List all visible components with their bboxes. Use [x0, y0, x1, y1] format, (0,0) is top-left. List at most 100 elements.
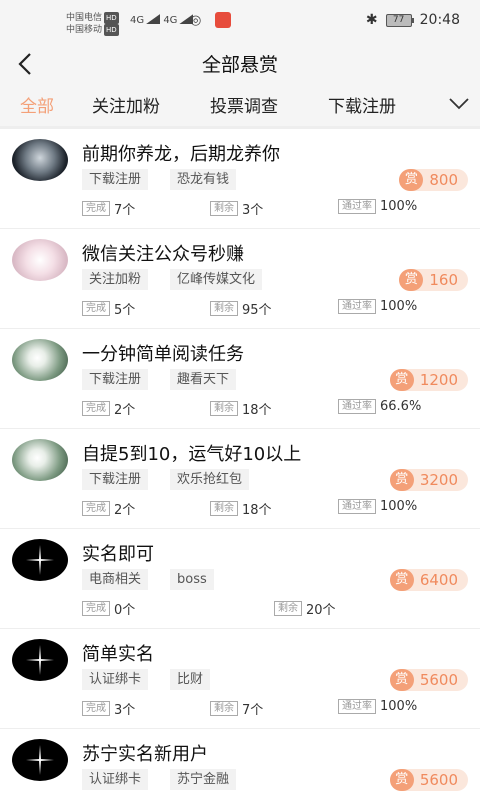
task-tag-publisher: 趣看天下	[170, 369, 237, 390]
stat-value: 100%	[380, 499, 418, 514]
stat-label: 通过率	[338, 299, 376, 314]
stat-rate: 通过率 100%	[338, 299, 417, 314]
stat-value: 7个	[242, 703, 264, 718]
reward-seal-icon: 赏	[389, 669, 414, 691]
stat-label: 完成	[82, 301, 110, 316]
task-tag-category: 电商相关	[82, 569, 149, 590]
avatar	[12, 139, 68, 181]
more-tabs-button[interactable]	[436, 84, 480, 126]
stat-label: 通过率	[338, 699, 376, 714]
stat-remain: 剩余 95个	[210, 299, 272, 318]
stat-value: 66.6%	[380, 399, 422, 414]
carrier-info: 中国电信 HD 中国移动 HD	[66, 12, 119, 36]
reward-badge: 赏 1200	[389, 369, 468, 391]
hd-badge: HD	[104, 24, 119, 36]
reward-amount: 5600	[419, 671, 458, 689]
stat-done: 完成 2个	[82, 499, 135, 518]
reward-badge: 赏 800	[399, 169, 468, 191]
stat-label: 剩余	[210, 501, 238, 516]
tab-all[interactable]: 全部	[20, 92, 54, 117]
signal-indicators: 4G 4G	[130, 14, 194, 26]
avatar	[12, 439, 68, 481]
task-tag-publisher: 亿峰传媒文化	[170, 269, 263, 290]
stat-remain: 剩余 20个	[274, 599, 336, 618]
reward-seal-icon: 赏	[399, 169, 424, 191]
reward-amount: 1200	[419, 371, 458, 389]
stat-value: 95个	[242, 303, 272, 318]
carrier-mobile: 中国移动	[66, 25, 103, 35]
task-item[interactable]: 前期你养龙，后期龙养你 下载注册 恐龙有钱 赏 800 完成 7个 剩余 3个 通过率…	[0, 129, 480, 229]
stat-label: 剩余	[210, 301, 238, 316]
stat-value: 2个	[114, 503, 136, 518]
stat-value: 18个	[242, 403, 272, 418]
task-item[interactable]: 实名即可 电商相关 boss 赏 6400 完成 0个 剩余 20个	[0, 529, 480, 629]
task-tag-category: 认证绑卡	[82, 669, 149, 690]
stat-label: 完成	[82, 601, 110, 616]
reward-badge: 赏 160	[399, 269, 468, 291]
task-tag-publisher: 比财	[170, 669, 211, 690]
stat-value: 20个	[306, 603, 336, 618]
tab-vote[interactable]: 投票调查	[210, 92, 278, 117]
stat-done: 完成 3个	[82, 699, 135, 718]
task-title: 苏宁实名新用户	[82, 744, 208, 765]
stat-value: 0个	[114, 603, 136, 618]
stat-value: 7个	[114, 203, 136, 218]
title-bar: 全部悬赏	[0, 44, 480, 84]
stat-value: 2个	[114, 403, 136, 418]
task-tag-category: 关注加粉	[82, 269, 149, 290]
stat-label: 剩余	[274, 601, 302, 616]
stat-value: 100%	[380, 299, 418, 314]
tab-follow[interactable]: 关注加粉	[92, 92, 160, 117]
task-tag-publisher: 恐龙有钱	[170, 169, 237, 190]
task-tag-category: 下载注册	[82, 369, 149, 390]
stat-label: 完成	[82, 201, 110, 216]
avatar	[12, 539, 68, 581]
task-tag-publisher: 欢乐抢红包	[170, 469, 250, 490]
stat-value: 3个	[114, 703, 136, 718]
stat-rate: 通过率 66.6%	[338, 399, 421, 414]
reward-badge: 赏 5600	[389, 769, 468, 791]
stat-value: 3个	[242, 203, 264, 218]
reward-amount: 3200	[419, 471, 458, 489]
avatar	[12, 739, 68, 781]
stat-label: 完成	[82, 401, 110, 416]
hd-badge: HD	[104, 12, 119, 24]
stat-remain: 剩余 7个	[210, 699, 263, 718]
tab-download[interactable]: 下载注册	[328, 92, 396, 117]
task-item[interactable]: 自提5到10，运气好10以上 下载注册 欢乐抢红包 赏 3200 完成 2个 剩余 1…	[0, 429, 480, 529]
stat-done: 完成 0个	[82, 599, 135, 618]
stat-done: 完成 2个	[82, 399, 135, 418]
status-bar: 中国电信 HD 中国移动 HD 4G 4G ◎ ✱ 77 20:48	[0, 0, 480, 44]
task-item[interactable]: 一分钟简单阅读任务 下载注册 趣看天下 赏 1200 完成 2个 剩余 18个 通过率…	[0, 329, 480, 429]
task-title: 一分钟简单阅读任务	[82, 344, 244, 365]
task-title: 微信关注公众号秒赚	[82, 244, 244, 265]
stat-value: 100%	[380, 699, 418, 714]
stat-rate: 通过率 100%	[338, 499, 417, 514]
stat-done: 完成 5个	[82, 299, 135, 318]
stat-value: 18个	[242, 503, 272, 518]
task-title: 前期你养龙，后期龙养你	[82, 144, 280, 165]
stat-done: 完成 7个	[82, 199, 135, 218]
stat-label: 通过率	[338, 499, 376, 514]
clock: 20:48	[419, 12, 460, 28]
hotspot-icon: ◎	[190, 13, 202, 28]
stat-remain: 剩余 3个	[210, 199, 263, 218]
stat-label: 剩余	[210, 701, 238, 716]
stat-rate: 通过率 100%	[338, 199, 417, 214]
stat-label: 通过率	[338, 399, 376, 414]
reward-badge: 赏 6400	[389, 569, 468, 591]
bluetooth-icon: ✱	[365, 12, 378, 28]
reward-badge: 赏 5600	[389, 669, 468, 691]
stat-value: 100%	[380, 199, 418, 214]
category-tabs: 全部 关注加粉 投票调查 下载注册	[0, 84, 480, 126]
stat-label: 剩余	[210, 201, 238, 216]
signal-icon	[146, 14, 161, 24]
task-item[interactable]: 苏宁实名新用户 认证绑卡 苏宁金融 赏 5600	[0, 729, 480, 800]
battery-level: 77	[392, 14, 405, 25]
reward-seal-icon: 赏	[389, 769, 414, 791]
task-tag-category: 下载注册	[82, 169, 149, 190]
task-item[interactable]: 微信关注公众号秒赚 关注加粉 亿峰传媒文化 赏 160 完成 5个 剩余 95个 通过…	[0, 229, 480, 329]
task-item[interactable]: 简单实名 认证绑卡 比财 赏 5600 完成 3个 剩余 7个 通过率 100%	[0, 629, 480, 729]
network-type-2: 4G	[163, 15, 178, 26]
avatar	[12, 639, 68, 681]
